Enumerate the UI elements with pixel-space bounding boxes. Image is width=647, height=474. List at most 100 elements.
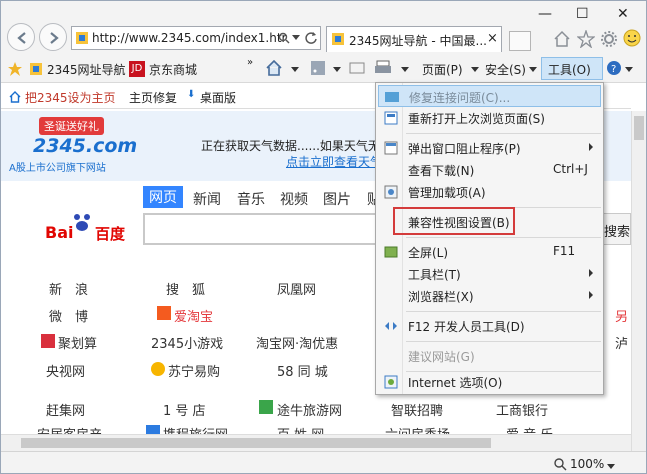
baidu-tab-image[interactable]: 图片 xyxy=(323,189,351,209)
baidu-tab-video[interactable]: 视频 xyxy=(280,189,308,209)
refresh-icon[interactable] xyxy=(304,31,318,45)
menu-item-f12-devtools[interactable]: F12 开发人员工具(D) xyxy=(378,315,601,337)
homepage-repair-link[interactable]: 主页修复 xyxy=(129,89,177,106)
cmd-home-icon[interactable] xyxy=(266,60,282,76)
forward-button[interactable] xyxy=(39,23,67,51)
site-link[interactable]: 苏宁易购 xyxy=(168,361,220,380)
dropdown-icon[interactable] xyxy=(292,35,300,41)
baidu-search-button[interactable]: 搜索 xyxy=(601,213,631,245)
menu-item-suggested-sites: 建议网站(G) xyxy=(378,345,601,367)
menu-item-fix-connection[interactable]: 修复连接问题(C)... xyxy=(378,85,601,107)
site-link-edge[interactable]: 另 xyxy=(615,306,628,325)
help-icon[interactable]: ? xyxy=(606,60,622,76)
search-icon[interactable] xyxy=(278,32,290,44)
repair-connection-icon xyxy=(385,92,399,102)
menu-item-label: 管理加载项(A) xyxy=(408,186,486,200)
horizontal-scrollbar[interactable] xyxy=(1,434,631,451)
site-link[interactable]: 智联招聘 xyxy=(391,400,443,419)
menu-item-label: 查看下载(N) xyxy=(408,164,475,178)
popup-blocker-icon xyxy=(384,141,398,155)
baidu-bai: Bai xyxy=(45,223,74,242)
desktop-version-link[interactable]: 桌面版 xyxy=(200,89,236,106)
chevron-more-icon[interactable]: » xyxy=(247,57,253,68)
dropdown-icon[interactable] xyxy=(333,67,341,72)
menu-item-label: 全屏(L) xyxy=(408,246,449,260)
menu-separator xyxy=(406,311,601,312)
favorites-star-icon[interactable] xyxy=(577,30,595,48)
fav-link-2345[interactable]: 2345网址导航 xyxy=(47,61,126,78)
scroll-thumb[interactable] xyxy=(634,116,644,140)
back-button[interactable] xyxy=(7,23,35,51)
menu-item-explorer-bars[interactable]: 浏览器栏(X) xyxy=(378,285,601,307)
site-link[interactable]: 凤凰网 xyxy=(277,279,316,298)
vertical-scrollbar[interactable] xyxy=(631,111,646,451)
site-link[interactable]: 搜 狐 xyxy=(166,279,205,298)
site-link[interactable]: 聚划算 xyxy=(58,333,97,352)
print-icon[interactable] xyxy=(374,60,392,76)
rss-feed-icon[interactable] xyxy=(310,60,326,76)
site-link[interactable]: 新 浪 xyxy=(49,279,88,298)
dropdown-icon[interactable] xyxy=(625,67,633,72)
back-arrow-icon xyxy=(17,32,26,44)
zoom-icon[interactable] xyxy=(553,457,567,471)
baidu-logo[interactable]: Bai 百度 xyxy=(45,214,130,245)
smiley-feedback-icon[interactable] xyxy=(623,29,641,47)
site-link[interactable]: 央视网 xyxy=(46,361,85,380)
baidu-tab-music[interactable]: 音乐 xyxy=(237,189,265,209)
site-link[interactable]: 1 号 店 xyxy=(163,400,206,419)
home-small-icon xyxy=(9,91,21,103)
site-link[interactable]: 工商银行 xyxy=(496,400,548,419)
tools-menu-button[interactable]: 工具(O) xyxy=(541,57,603,80)
gear-icon[interactable] xyxy=(600,30,618,48)
dropdown-icon[interactable] xyxy=(471,67,479,72)
menu-item-manage-addons[interactable]: 管理加载项(A) xyxy=(378,181,601,203)
menu-item-label: 浏览器栏(X) xyxy=(408,290,474,304)
browser-tab[interactable]: 2345网址导航 - 中国最... × xyxy=(326,26,502,52)
close-button[interactable]: ✕ xyxy=(617,6,629,22)
maximize-button[interactable]: ☐ xyxy=(576,6,589,22)
site-link[interactable]: 58 同 城 xyxy=(277,361,328,380)
dropdown-icon[interactable] xyxy=(401,67,409,72)
address-bar[interactable]: http://www.2345.com/index1.htr xyxy=(71,26,321,50)
menu-item-toolbars[interactable]: 工具栏(T) xyxy=(378,263,601,285)
dropdown-icon[interactable] xyxy=(291,67,299,72)
submenu-arrow-icon xyxy=(589,143,593,151)
site-link[interactable]: 爱淘宝 xyxy=(174,306,213,325)
site-link[interactable]: 赶集网 xyxy=(46,400,85,419)
menu-item-fullscreen[interactable]: 全屏(L) F11 xyxy=(378,241,601,263)
site-logo[interactable]: 圣诞送好礼 2345.com A股上市公司旗下网站 xyxy=(9,115,137,175)
menu-item-label: 工具栏(T) xyxy=(408,268,461,282)
tab-close-icon[interactable]: × xyxy=(487,31,498,46)
weather-link[interactable]: 点击立即查看天气 xyxy=(286,153,382,170)
menu-item-view-downloads[interactable]: 查看下载(N) Ctrl+J xyxy=(378,159,601,181)
new-tab-button[interactable] xyxy=(509,31,531,51)
hscroll-thumb[interactable] xyxy=(21,438,491,448)
site-link[interactable]: 途牛旅游网 xyxy=(277,400,342,419)
site-link-edge[interactable]: 泸 xyxy=(615,333,628,352)
site-link[interactable]: 2345小游戏 xyxy=(151,333,223,352)
page-menu[interactable]: 页面(P) xyxy=(422,61,463,78)
home-icon[interactable] xyxy=(553,30,571,48)
menu-item-internet-options[interactable]: Internet 选项(O) xyxy=(378,371,601,393)
menu-item-label: F12 开发人员工具(D) xyxy=(408,320,525,334)
dropdown-icon[interactable] xyxy=(607,464,615,469)
menu-item-popup-blocker[interactable]: 弹出窗口阻止程序(P) xyxy=(378,137,601,159)
dropdown-icon[interactable] xyxy=(529,67,537,72)
site-link[interactable]: 淘宝网·淘优惠 xyxy=(256,333,338,352)
menu-separator xyxy=(406,237,601,238)
safety-menu[interactable]: 安全(S) xyxy=(485,61,526,78)
internet-options-icon xyxy=(384,375,398,389)
baidu-tab-news[interactable]: 新闻 xyxy=(193,189,221,209)
weather-status: 正在获取天气数据......如果天气无法 xyxy=(201,139,392,153)
menu-item-reopen-session[interactable]: 重新打开上次浏览页面(S) xyxy=(378,107,601,129)
favorites-bar-star-icon[interactable] xyxy=(7,61,23,77)
fav-link-jd[interactable]: 京东商城 xyxy=(149,61,197,78)
tools-dropdown-menu: 修复连接问题(C)... 重新打开上次浏览页面(S) 弹出窗口阻止程序(P) 查… xyxy=(375,82,604,395)
set-homepage-link[interactable]: 把2345设为主页 xyxy=(25,89,116,106)
minimize-button[interactable]: — xyxy=(538,6,552,22)
mail-icon[interactable] xyxy=(349,61,365,75)
baidu-tab-web[interactable]: 网页 xyxy=(143,186,183,208)
baidu-label: 百度 xyxy=(95,225,126,243)
site-link[interactable]: 微 博 xyxy=(49,306,88,325)
zoom-level[interactable]: 100% xyxy=(570,457,604,471)
